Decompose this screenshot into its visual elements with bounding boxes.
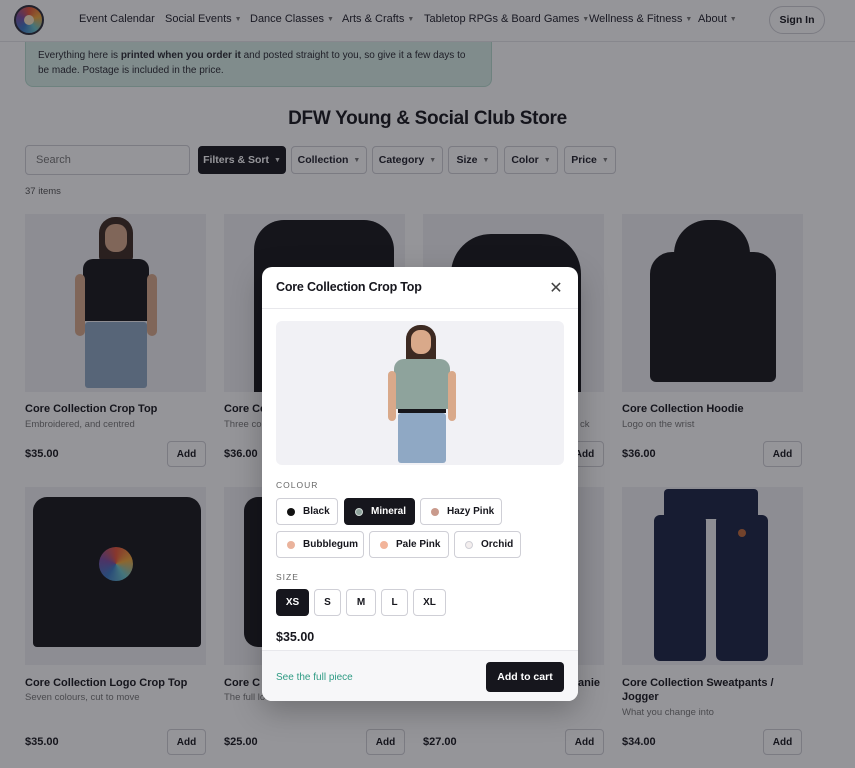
swatch-icon <box>355 507 363 516</box>
swatch-icon <box>287 540 295 549</box>
modal-footer: See the full piece Add to cart <box>262 650 578 701</box>
modal-title: Core Collection Crop Top <box>276 280 422 294</box>
size-option-l[interactable]: L <box>381 589 408 616</box>
close-icon[interactable]: ✕ <box>546 278 566 298</box>
size-label: SIZE <box>276 572 299 582</box>
see-full-piece-link[interactable]: See the full piece <box>276 672 353 683</box>
swatch-icon <box>380 540 388 549</box>
colour-label: COLOUR <box>276 480 319 490</box>
product-quick-view-modal: Core Collection Crop Top ✕ COLOUR Black … <box>262 267 578 701</box>
colour-option-black[interactable]: Black <box>276 498 338 525</box>
colour-option-label: Pale Pink <box>396 539 441 550</box>
colour-option-pale-pink[interactable]: Pale Pink <box>369 531 449 558</box>
swatch-icon <box>287 507 295 516</box>
colour-option-label: Bubblegum <box>303 539 358 550</box>
add-to-cart-button[interactable]: Add to cart <box>486 662 564 692</box>
colour-option-hazy-pink[interactable]: Hazy Pink <box>420 498 502 525</box>
size-option-xl[interactable]: XL <box>413 589 446 616</box>
colour-option-label: Hazy Pink <box>447 506 495 517</box>
colour-option-label: Black <box>303 506 330 517</box>
swatch-icon <box>431 507 439 516</box>
size-option-xs[interactable]: XS <box>276 589 309 616</box>
modal-product-image <box>276 321 564 465</box>
modal-header: Core Collection Crop Top ✕ <box>262 267 578 309</box>
colour-option-orchid[interactable]: Orchid <box>454 531 521 558</box>
colour-option-bubblegum[interactable]: Bubblegum <box>276 531 364 558</box>
modal-price: $35.00 <box>276 630 315 644</box>
size-option-m[interactable]: M <box>346 589 376 616</box>
colour-option-mineral[interactable]: Mineral <box>344 498 415 525</box>
colour-option-label: Orchid <box>481 539 514 550</box>
swatch-icon <box>465 540 473 549</box>
size-option-s[interactable]: S <box>314 589 341 616</box>
colour-option-label: Mineral <box>371 506 407 517</box>
